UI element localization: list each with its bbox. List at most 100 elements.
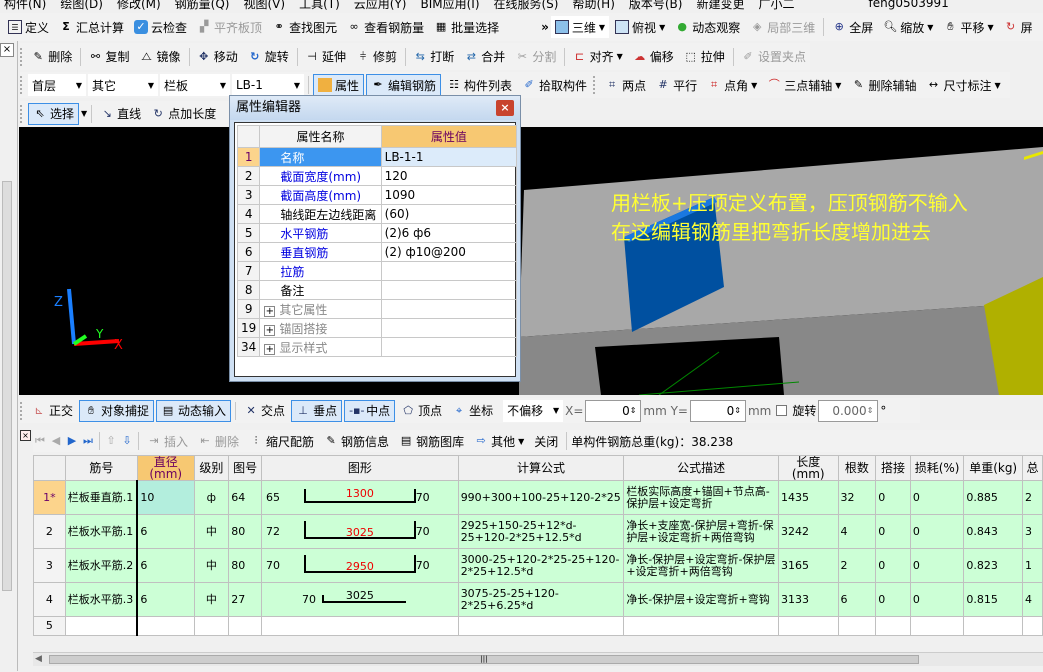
view-rebar-qty-button[interactable]: ∞ 查看钢筋量 xyxy=(343,16,428,38)
category-select[interactable]: 栏板 ▼ xyxy=(160,74,230,96)
empty-cell[interactable] xyxy=(909,616,965,636)
empty-cell[interactable] xyxy=(777,616,839,636)
dynamic-input-button[interactable]: ▤ 动态输入 xyxy=(156,399,232,422)
scroll-left-icon[interactable]: ◀ xyxy=(35,654,42,664)
x-input[interactable]: 0 ⇕ xyxy=(585,399,642,422)
cell-formula[interactable]: 3000-25+120-2*25-25+120-2*25+12.5*d xyxy=(457,548,625,583)
merge-button[interactable]: ⇄ 合并 xyxy=(460,46,509,68)
insert-button[interactable]: ⇥ 插入 xyxy=(143,430,192,452)
empty-cell[interactable] xyxy=(193,616,230,636)
property-value[interactable] xyxy=(380,318,518,338)
menu-version[interactable]: 版本号(B) xyxy=(629,0,683,12)
delete-row-button[interactable]: ⇤ 删除 xyxy=(194,430,243,452)
properties-button[interactable]: 属性 xyxy=(313,74,365,96)
property-row[interactable]: 4 轴线距左边线距离 (60) xyxy=(236,204,518,224)
summary-calc-button[interactable]: Σ 汇总计算 xyxy=(55,16,128,38)
align-slab-top-button[interactable]: ▞ 平齐板顶 xyxy=(193,16,266,38)
column-header[interactable]: 图形 xyxy=(260,455,459,481)
menu-tools[interactable]: 工具(T) xyxy=(299,0,340,12)
cell-formula[interactable]: 2925+150-25+12*d-25+120-2*25+12.5*d xyxy=(457,514,625,549)
property-value[interactable]: (2)6 ф6 xyxy=(380,223,518,243)
panel-scrollbar[interactable] xyxy=(2,181,12,591)
move-down-icon[interactable]: ⇩ xyxy=(120,434,134,448)
cell-total[interactable]: 4 xyxy=(1021,582,1043,617)
cell-desc[interactable]: 净长-保护层+设定弯折-保护层+设定弯折+两倍弯钩 xyxy=(623,548,779,583)
table-row[interactable]: 3 栏板水平筋.2 6 中 80 70 2950 70 3000-25+120-2*25-25+… xyxy=(33,548,1043,583)
cell-desc[interactable]: 净长+支座宽-保护层+弯折-保护层+设定弯折+两倍弯钩 xyxy=(623,514,779,549)
column-header[interactable]: 总 xyxy=(1021,455,1043,481)
table-row[interactable]: 1* 栏板垂直筋.1 10 ф 64 65 1300 70 990+300+100-25+120… xyxy=(33,480,1043,515)
rebar-info-button[interactable]: ✎ 钢筋信息 xyxy=(320,430,393,452)
next-record-icon[interactable]: ▶ xyxy=(65,434,79,448)
rotate-button[interactable]: ↻ 旋转 xyxy=(244,46,293,68)
property-row[interactable]: 1 名称 LB-1-1 xyxy=(236,147,518,167)
horizontal-scrollbar[interactable]: ◀ ||| xyxy=(33,652,1043,666)
chevron-down-icon[interactable]: ▼ xyxy=(835,81,841,90)
cell-desc[interactable]: 净长-保护层+设定弯折+弯钩 xyxy=(623,582,779,617)
orbit-button[interactable]: ● 动态观察 xyxy=(671,16,744,38)
cell-len[interactable]: 3242 xyxy=(777,514,839,549)
rebar-shape-cell[interactable]: 70 3025 xyxy=(260,582,459,617)
property-row[interactable]: 2 截面宽度(mm) 120 xyxy=(236,166,518,186)
column-header[interactable]: 级别 xyxy=(193,455,230,481)
menu-assistant[interactable]: 广小二 xyxy=(759,0,795,12)
cell-lap[interactable]: 0 xyxy=(875,514,911,549)
cell-fig[interactable]: 80 xyxy=(228,514,262,549)
empty-cell[interactable] xyxy=(1021,616,1043,636)
cell-count[interactable]: 2 xyxy=(837,548,877,583)
empty-cell[interactable] xyxy=(457,616,625,636)
cell-name[interactable]: 栏板水平筋.1 xyxy=(64,514,138,549)
empty-cell[interactable] xyxy=(837,616,877,636)
cell-count[interactable]: 32 xyxy=(837,480,877,515)
last-record-icon[interactable]: ⏭ xyxy=(81,434,95,448)
rotate-input[interactable]: 0.000 ⇕ xyxy=(818,399,879,422)
mirror-button[interactable]: ⧍ 镜像 xyxy=(136,46,185,68)
vertex-snap-button[interactable]: ⬠ 顶点 xyxy=(397,400,446,422)
offset-button[interactable]: ☁ 偏移 xyxy=(629,46,678,68)
cell-formula[interactable]: 3075-25-25+120-2*25+6.25*d xyxy=(457,582,625,617)
cell-loss[interactable]: 0 xyxy=(909,480,965,515)
cell-total[interactable]: 3 xyxy=(1021,514,1043,549)
chevron-down-icon[interactable]: ▼ xyxy=(994,81,1000,90)
menu-help[interactable]: 帮助(H) xyxy=(572,0,614,12)
cell-dia[interactable]: 6 xyxy=(136,514,195,549)
y-input[interactable]: 0 ⇕ xyxy=(689,399,746,422)
column-header[interactable]: 搭接 xyxy=(875,455,911,481)
property-row[interactable]: 34 + 显示样式 xyxy=(236,337,518,357)
chevron-down-icon[interactable]: ▼ xyxy=(987,23,993,32)
cell-total[interactable]: 1 xyxy=(1021,548,1043,583)
intersection-snap-button[interactable]: ✕ 交点 xyxy=(240,400,289,422)
copy-button[interactable]: ⚯ 复制 xyxy=(84,46,133,68)
screen-button[interactable]: ↻ 屏 xyxy=(1000,16,1037,38)
point-angle-button[interactable]: ⌗ 点角 ▼ xyxy=(703,74,761,96)
menu-component[interactable]: 构件(N) xyxy=(4,0,46,12)
cloud-check-button[interactable]: ✓ 云检查 xyxy=(130,16,191,38)
property-value[interactable]: (2) ф10@200 xyxy=(380,242,518,262)
column-header[interactable]: 损耗(%) xyxy=(909,455,965,481)
batch-select-button[interactable]: ▦ 批量选择 xyxy=(430,16,503,38)
spinner-icon[interactable]: ⇕ xyxy=(630,406,637,415)
empty-cell[interactable] xyxy=(875,616,911,636)
toolbar-overflow[interactable]: » xyxy=(541,20,549,34)
close-icon[interactable]: × xyxy=(0,43,14,57)
pan-button[interactable]: ✋︎ 平移 ▼ xyxy=(939,16,997,38)
fullscreen-button[interactable]: ⊕ 全屏 xyxy=(828,16,877,38)
prev-record-icon[interactable]: ◀ xyxy=(49,434,63,448)
scroll-thumb[interactable]: ||| xyxy=(49,655,919,664)
midpoint-snap-button[interactable]: -▪- 中点 xyxy=(344,399,396,422)
cell-grade[interactable]: ф xyxy=(193,480,230,515)
parallel-axis-button[interactable]: # 平行 xyxy=(652,74,701,96)
empty-cell[interactable] xyxy=(136,616,195,636)
column-header[interactable]: 筋号 xyxy=(64,455,138,481)
column-header[interactable]: 公式描述 xyxy=(623,455,779,481)
cell-grade[interactable]: 中 xyxy=(193,582,230,617)
ortho-button[interactable]: ⊾ 正交 xyxy=(28,400,77,422)
perpendicular-snap-button[interactable]: ⊥ 垂点 xyxy=(291,399,343,422)
spinner-icon[interactable]: ⇕ xyxy=(734,406,741,415)
pick-component-button[interactable]: ✐ 拾取构件 xyxy=(518,74,591,96)
cell-fig[interactable]: 64 xyxy=(228,480,262,515)
pin-icon[interactable]: × xyxy=(20,430,31,441)
chevron-down-icon[interactable]: ▼ xyxy=(617,52,623,61)
menu-draw[interactable]: 绘图(D) xyxy=(60,0,103,12)
first-record-icon[interactable]: ⏮ xyxy=(33,434,47,448)
